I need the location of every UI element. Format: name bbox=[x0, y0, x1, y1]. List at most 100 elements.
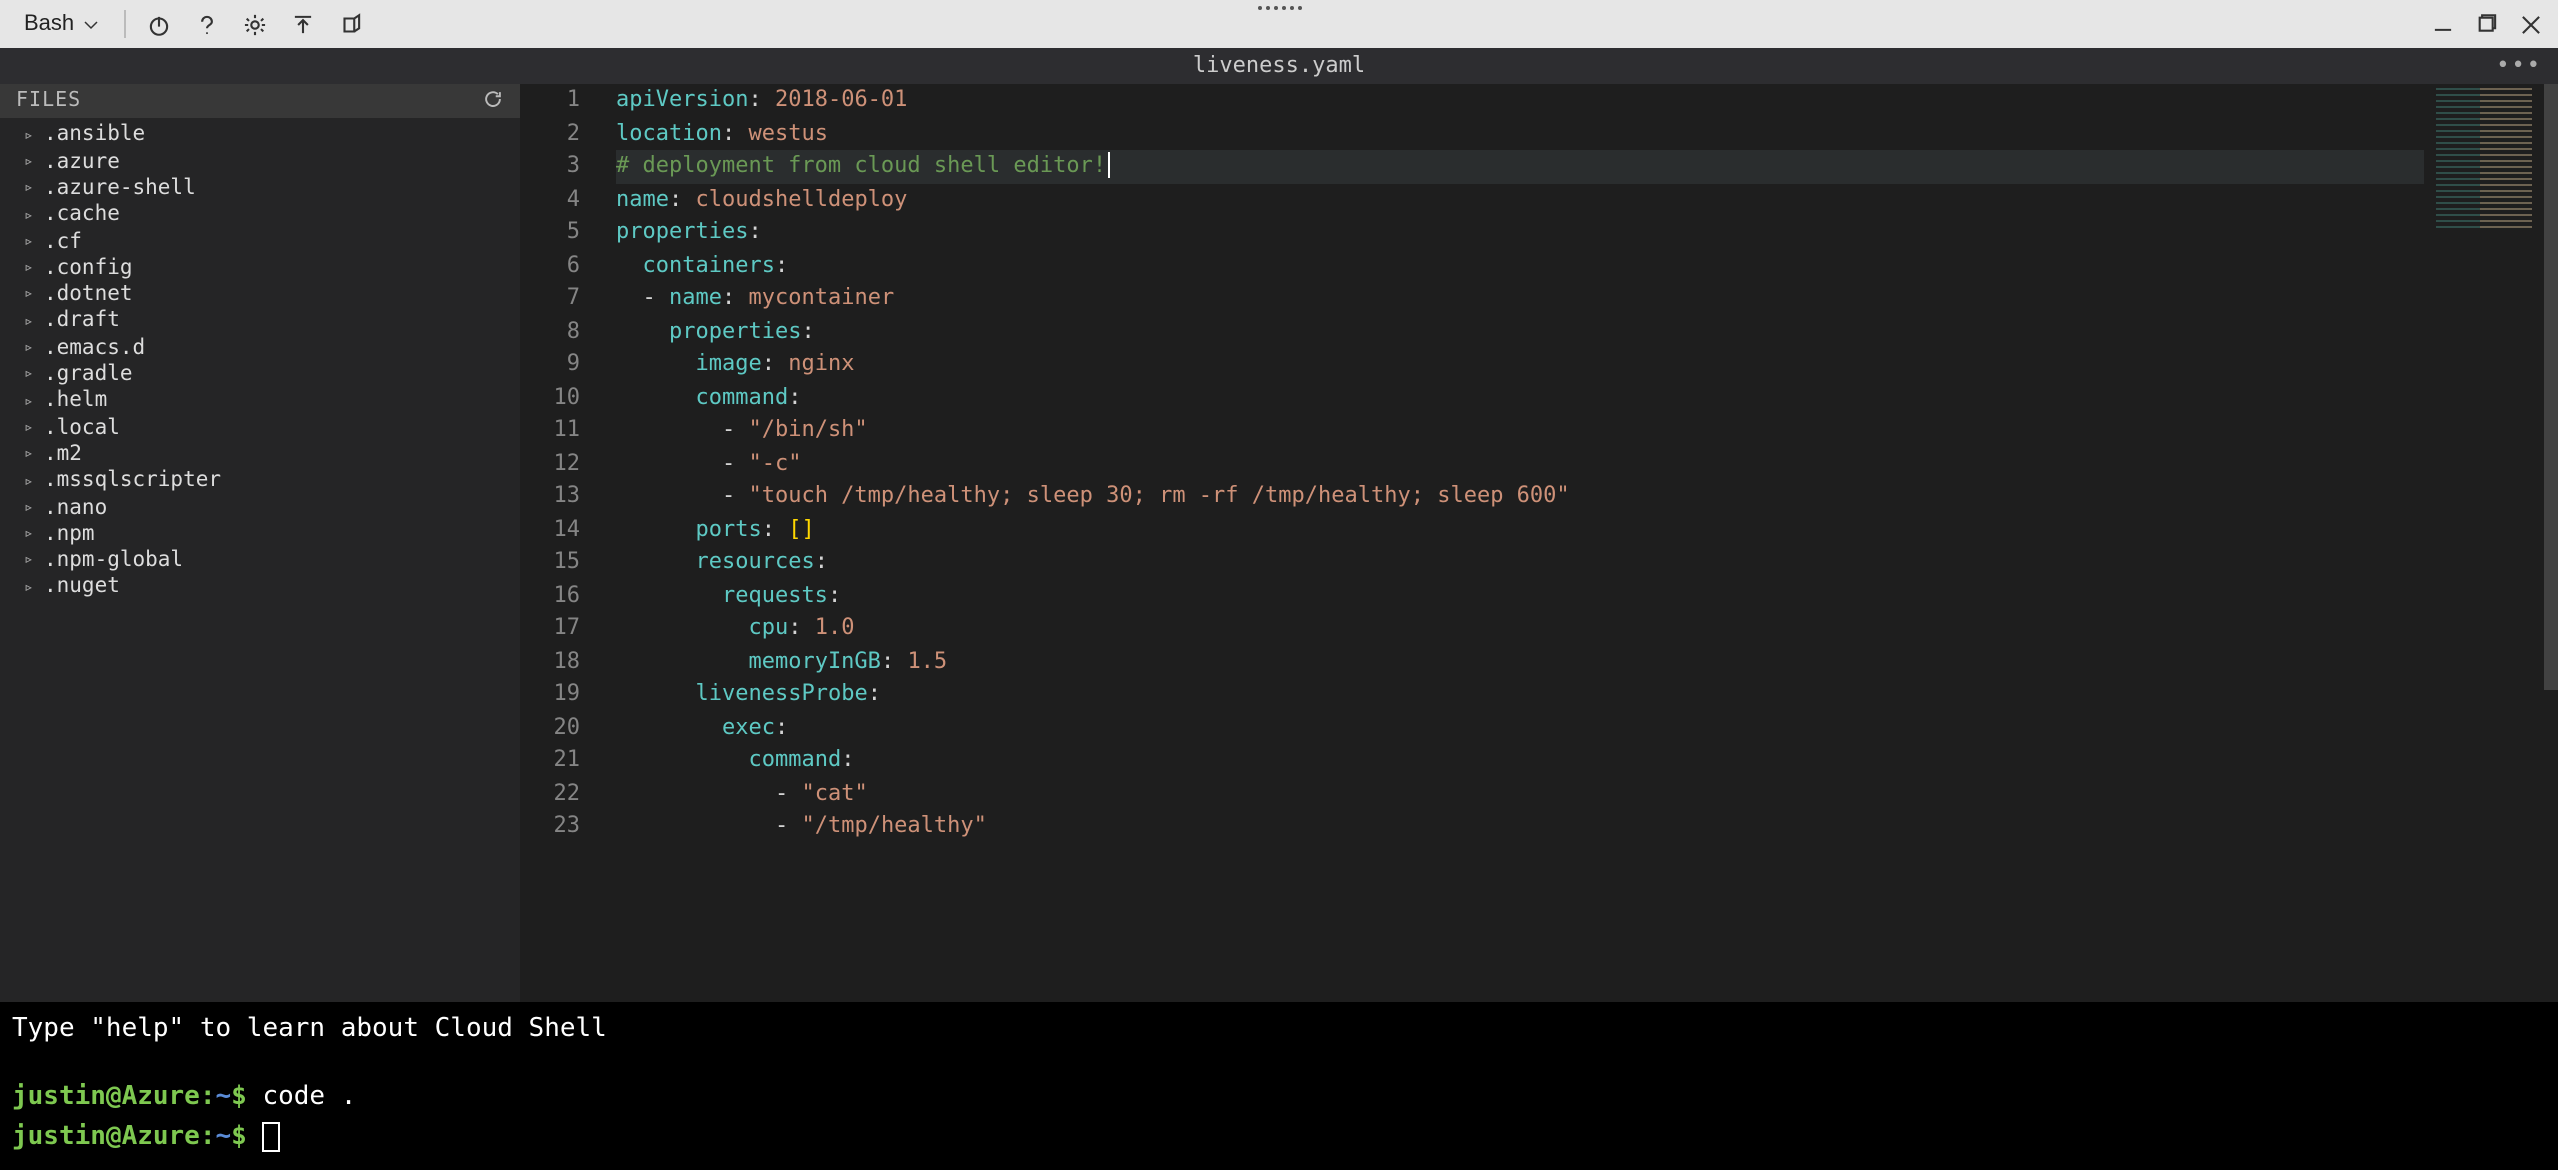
code-line[interactable]: cpu: 1.0 bbox=[616, 612, 2424, 645]
line-number: 12 bbox=[520, 447, 580, 480]
file-tree-item[interactable]: ▹.nuget bbox=[0, 574, 520, 601]
prompt-symbol: $ bbox=[231, 1082, 247, 1112]
file-name: .mssqlscripter bbox=[44, 471, 221, 492]
refresh-icon bbox=[482, 87, 504, 109]
drag-handle-icon[interactable] bbox=[1257, 6, 1301, 10]
settings-button[interactable] bbox=[234, 4, 274, 44]
chevron-down-icon bbox=[82, 15, 100, 33]
code-line[interactable]: # deployment from cloud shell editor! bbox=[616, 150, 2424, 183]
upload-button[interactable] bbox=[282, 4, 322, 44]
file-name: .dotnet bbox=[44, 284, 133, 305]
code-line[interactable]: name: cloudshelldeploy bbox=[616, 183, 2424, 216]
prompt-path: ~ bbox=[216, 1082, 232, 1112]
file-name: .m2 bbox=[44, 444, 82, 465]
file-tree-item[interactable]: ▹.helm bbox=[0, 388, 520, 415]
code-line[interactable]: - "-c" bbox=[616, 447, 2424, 480]
chevron-right-icon: ▹ bbox=[24, 500, 36, 516]
line-number: 5 bbox=[520, 216, 580, 249]
code-line[interactable]: command: bbox=[616, 744, 2424, 777]
file-tree-item[interactable]: ▹ .azure bbox=[0, 149, 520, 176]
line-number: 19 bbox=[520, 678, 580, 711]
help-button[interactable] bbox=[186, 4, 226, 44]
file-tree-item[interactable]: ▹.config bbox=[0, 255, 520, 282]
editor-more-button[interactable]: ••• bbox=[2496, 48, 2542, 84]
file-explorer-header: FILES bbox=[0, 84, 520, 118]
minimap[interactable] bbox=[2424, 84, 2544, 1002]
code-line[interactable]: - "/bin/sh" bbox=[616, 414, 2424, 447]
code-line[interactable]: properties: bbox=[616, 216, 2424, 249]
code-line[interactable]: resources: bbox=[616, 546, 2424, 579]
code-content[interactable]: apiVersion: 2018-06-01location: westus# … bbox=[604, 84, 2424, 1002]
code-line[interactable]: ports: [] bbox=[616, 513, 2424, 546]
scrollbar-thumb[interactable] bbox=[2544, 84, 2558, 690]
code-line[interactable]: - "/tmp/healthy" bbox=[616, 810, 2424, 843]
chevron-right-icon: ▹ bbox=[24, 154, 36, 170]
editor-titlebar: liveness.yaml ••• bbox=[0, 48, 2558, 84]
file-name: .draft bbox=[44, 311, 120, 332]
file-tree-item[interactable]: ▹ .mssqlscripter bbox=[0, 468, 520, 495]
code-line[interactable]: memoryInGB: 1.5 bbox=[616, 645, 2424, 678]
file-explorer: FILES ▹.ansible ▹ .azure ▹ .azure-shell ▹.cac… bbox=[0, 84, 520, 1002]
file-tree-item[interactable]: ▹ .nano bbox=[0, 494, 520, 521]
code-line[interactable]: - name: mycontainer bbox=[616, 282, 2424, 315]
code-line[interactable]: - "cat" bbox=[616, 777, 2424, 810]
close-button[interactable] bbox=[2510, 4, 2550, 44]
file-tree-item[interactable]: ▹.cf bbox=[0, 228, 520, 255]
chevron-right-icon: ▹ bbox=[24, 473, 36, 489]
file-name: .npm bbox=[44, 524, 95, 545]
file-tree-item[interactable]: ▹.cache bbox=[0, 202, 520, 229]
line-number: 18 bbox=[520, 645, 580, 678]
monaco-editor: liveness.yaml ••• FILES ▹.ansible ▹ .azure… bbox=[0, 48, 2558, 1002]
file-tree-item[interactable]: ▹.m2 bbox=[0, 441, 520, 468]
shell-selector-label: Bash bbox=[24, 13, 74, 35]
code-line[interactable]: image: nginx bbox=[616, 348, 2424, 381]
cloud-shell-toolbar: Bash bbox=[0, 0, 2558, 48]
minimize-icon bbox=[2429, 11, 2455, 37]
code-line[interactable]: apiVersion: 2018-06-01 bbox=[616, 84, 2424, 117]
file-tree-item[interactable]: ▹.npm bbox=[0, 521, 520, 548]
terminal[interactable]: Type "help" to learn about Cloud Shell j… bbox=[0, 1002, 2558, 1170]
restart-button[interactable] bbox=[138, 4, 178, 44]
file-tree-item[interactable]: ▹.npm-global bbox=[0, 548, 520, 575]
line-number-gutter: 1234567891011121314151617181920212223 bbox=[520, 84, 604, 1002]
file-name: .azure bbox=[44, 151, 120, 172]
code-line[interactable]: command: bbox=[616, 381, 2424, 414]
open-external-icon bbox=[337, 11, 363, 37]
refresh-button[interactable] bbox=[482, 87, 504, 115]
code-editor[interactable]: 1234567891011121314151617181920212223 ap… bbox=[520, 84, 2558, 1002]
file-tree-item[interactable]: ▹.dotnet bbox=[0, 282, 520, 309]
code-line[interactable]: properties: bbox=[616, 315, 2424, 348]
maximize-button[interactable] bbox=[2466, 4, 2506, 44]
file-name: .nano bbox=[44, 497, 107, 518]
line-number: 3 bbox=[520, 150, 580, 183]
chevron-right-icon: ▹ bbox=[24, 180, 36, 196]
code-line[interactable]: exec: bbox=[616, 711, 2424, 744]
editor-scrollbar[interactable] bbox=[2544, 84, 2558, 1002]
line-number: 21 bbox=[520, 744, 580, 777]
code-line[interactable]: requests: bbox=[616, 579, 2424, 612]
prompt-user: justin@Azure bbox=[12, 1122, 200, 1152]
code-line[interactable]: containers: bbox=[616, 249, 2424, 282]
power-icon bbox=[145, 11, 171, 37]
code-line[interactable]: livenessProbe: bbox=[616, 678, 2424, 711]
file-tree-item[interactable]: ▹.draft bbox=[0, 308, 520, 335]
terminal-help-line: Type "help" to learn about Cloud Shell bbox=[12, 1010, 2546, 1050]
line-number: 16 bbox=[520, 579, 580, 612]
line-number: 17 bbox=[520, 612, 580, 645]
file-tree-item[interactable]: ▹.gradle bbox=[0, 361, 520, 388]
file-name: .azure-shell bbox=[44, 178, 196, 199]
shell-selector[interactable]: Bash bbox=[12, 9, 112, 39]
file-name: .cf bbox=[44, 231, 82, 252]
file-tree-item[interactable]: ▹.local bbox=[0, 415, 520, 442]
prompt-sep: : bbox=[200, 1082, 216, 1112]
file-tree-item[interactable]: ▹ .azure-shell bbox=[0, 175, 520, 202]
line-number: 22 bbox=[520, 777, 580, 810]
file-tree-item[interactable]: ▹.emacs.d bbox=[0, 335, 520, 362]
code-line[interactable]: - "touch /tmp/healthy; sleep 30; rm -rf … bbox=[616, 480, 2424, 513]
line-number: 6 bbox=[520, 249, 580, 282]
terminal-cursor bbox=[262, 1122, 280, 1152]
open-new-button[interactable] bbox=[330, 4, 370, 44]
minimize-button[interactable] bbox=[2422, 4, 2462, 44]
code-line[interactable]: location: westus bbox=[616, 117, 2424, 150]
file-tree-item[interactable]: ▹.ansible bbox=[0, 122, 520, 149]
